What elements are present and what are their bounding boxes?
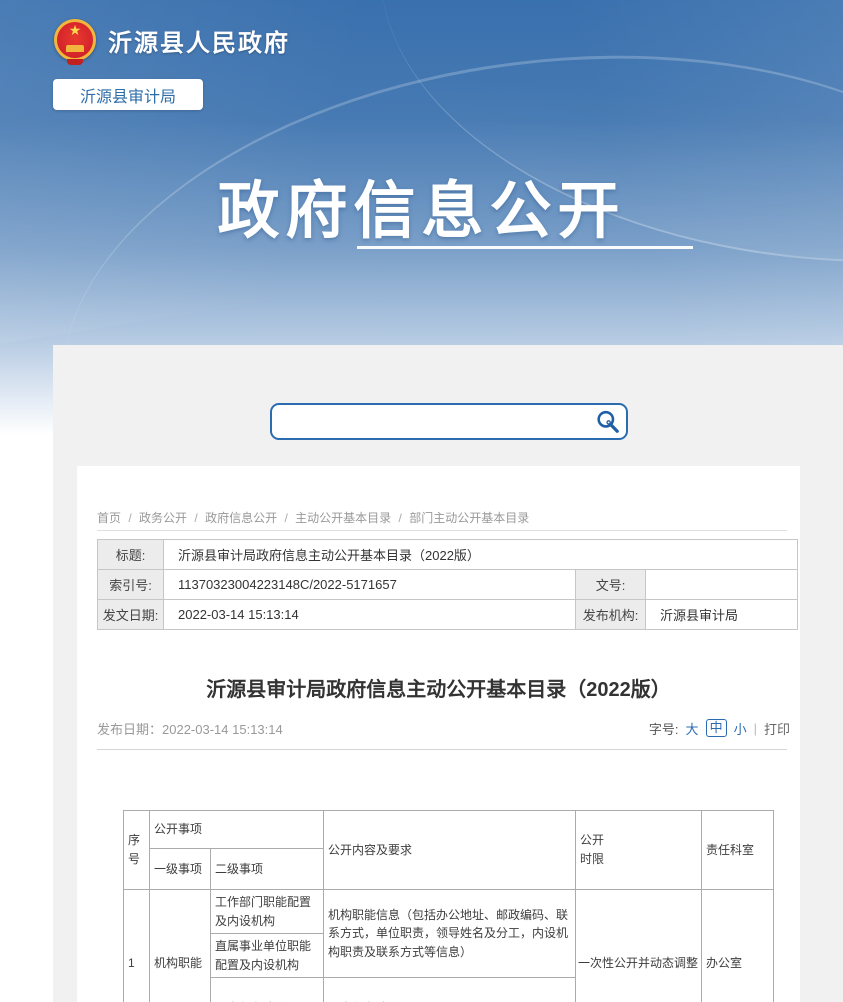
- cell-content-c: 职责任务清单: [324, 978, 576, 1002]
- article-title: 沂源县审计局政府信息主动公开基本目录（2022版）: [77, 673, 800, 702]
- breadcrumb-separator: /: [284, 511, 287, 525]
- meta-date-value: 2022-03-14 15:13:14: [164, 600, 576, 630]
- breadcrumb-current: 部门主动公开基本目录: [409, 511, 529, 525]
- meta-row-index: 索引号: 11370323004223148C/2022-5171657 文号:: [98, 570, 798, 600]
- cell-dept: 办公室: [702, 890, 774, 1002]
- department-label: 沂源县审计局: [80, 83, 176, 107]
- document-meta-table: 标题: 沂源县审计局政府信息主动公开基本目录（2022版） 索引号: 11370…: [97, 539, 798, 630]
- fontsize-control: 字号: 大 中 小 | 打印: [649, 719, 790, 738]
- header-item: 公开事项: [150, 811, 324, 849]
- header-content: 公开内容及要求: [324, 811, 576, 890]
- cell-deadline: 一次性公开并动态调整: [576, 890, 702, 1002]
- breadcrumb-zhengwu[interactable]: 政务公开: [139, 511, 187, 525]
- breadcrumb-separator: /: [128, 511, 131, 525]
- emblem-star-icon: ★: [57, 23, 93, 37]
- cell-sub-b: 直属事业单位职能配置及内设机构: [211, 934, 324, 978]
- breadcrumb-separator: /: [399, 511, 402, 525]
- cell-sn: 1: [124, 890, 150, 1002]
- cell-content-ab: 机构职能信息（包括办公地址、邮政编码、联系方式，单位职责，领导姓名及分工，内设机…: [324, 890, 576, 978]
- meta-row-date: 发文日期: 2022-03-14 15:13:14 发布机构: 沂源县审计局: [98, 600, 798, 630]
- breadcrumb-divider: [97, 530, 787, 531]
- title-underline: [357, 246, 693, 249]
- meta-title-value: 沂源县审计局政府信息主动公开基本目录（2022版）: [164, 540, 798, 570]
- banner: ★ 沂源县人民政府 沂源县审计局 政府信息公开: [0, 0, 843, 345]
- meta-org-value: 沂源县审计局: [646, 600, 798, 630]
- publish-date-label: 发布日期：: [97, 722, 162, 737]
- header-sn: 序号: [124, 811, 150, 890]
- search-box: [270, 403, 628, 440]
- content-panel: 首页 / 政务公开 / 政府信息公开 / 主动公开基本目录 / 部门主动公开基本…: [77, 466, 800, 1002]
- search-icon: [595, 409, 621, 435]
- fontsize-large-button[interactable]: 大: [686, 719, 699, 738]
- meta-date-label: 发文日期:: [98, 600, 164, 630]
- search-input[interactable]: [272, 405, 590, 438]
- cell-sub-c: 职责任务清单: [211, 978, 324, 1002]
- fontsize-small-button[interactable]: 小: [734, 719, 747, 738]
- meta-docno-value: [646, 570, 798, 600]
- control-divider: |: [754, 721, 757, 736]
- meta-title-label: 标题:: [98, 540, 164, 570]
- fontsize-medium-button[interactable]: 中: [706, 719, 727, 737]
- department-button[interactable]: 沂源县审计局: [53, 79, 203, 110]
- page: ★ 沂源县人民政府 沂源县审计局 政府信息公开 首页 /: [0, 0, 843, 1002]
- publish-date: 发布日期：2022-03-14 15:13:14: [97, 719, 283, 738]
- fontsize-label: 字号:: [649, 719, 679, 738]
- site-name: 沂源县人民政府: [108, 23, 290, 58]
- banner-left-fade: [0, 345, 53, 435]
- breadcrumb-xinxi[interactable]: 政府信息公开: [205, 511, 277, 525]
- article-divider: [97, 749, 787, 750]
- meta-index-label: 索引号:: [98, 570, 164, 600]
- search-button[interactable]: [590, 405, 626, 438]
- cell-sub-a: 工作部门职能配置及内设机构: [211, 890, 324, 934]
- print-button[interactable]: 打印: [764, 719, 790, 738]
- breadcrumb: 首页 / 政务公开 / 政府信息公开 / 主动公开基本目录 / 部门主动公开基本…: [97, 509, 533, 526]
- breadcrumb-home[interactable]: 首页: [97, 511, 121, 525]
- breadcrumb-separator: /: [194, 511, 197, 525]
- meta-index-value: 11370323004223148C/2022-5171657: [164, 570, 576, 600]
- meta-docno-label: 文号:: [576, 570, 646, 600]
- meta-row-title: 标题: 沂源县审计局政府信息主动公开基本目录（2022版）: [98, 540, 798, 570]
- cell-level1: 机构职能: [150, 890, 211, 1002]
- publish-date-value: 2022-03-14 15:13:14: [162, 722, 283, 737]
- national-emblem-icon: ★: [54, 19, 96, 61]
- breadcrumb-mulu[interactable]: 主动公开基本目录: [295, 511, 391, 525]
- emblem-ribbon-icon: [67, 59, 83, 65]
- catalog-header-row-1: 序号 公开事项 公开内容及要求 公开 时限 责任科室: [124, 811, 774, 849]
- catalog-row: 1 机构职能 工作部门职能配置及内设机构 机构职能信息（包括办公地址、邮政编码、…: [124, 890, 774, 934]
- header-dept: 责任科室: [702, 811, 774, 890]
- header-level2: 二级事项: [211, 849, 324, 890]
- catalog-table: 序号 公开事项 公开内容及要求 公开 时限 责任科室 一级事项 二级事项 1 机…: [123, 810, 774, 1002]
- header-level1: 一级事项: [150, 849, 211, 890]
- banner-title: 政府信息公开: [0, 160, 843, 250]
- header-deadline: 公开 时限: [576, 811, 702, 890]
- publish-row: 发布日期：2022-03-14 15:13:14 字号: 大 中 小 | 打印: [97, 716, 790, 740]
- emblem-gate-icon: [66, 45, 84, 52]
- site-logo[interactable]: ★ 沂源县人民政府: [54, 16, 290, 64]
- meta-org-label: 发布机构:: [576, 600, 646, 630]
